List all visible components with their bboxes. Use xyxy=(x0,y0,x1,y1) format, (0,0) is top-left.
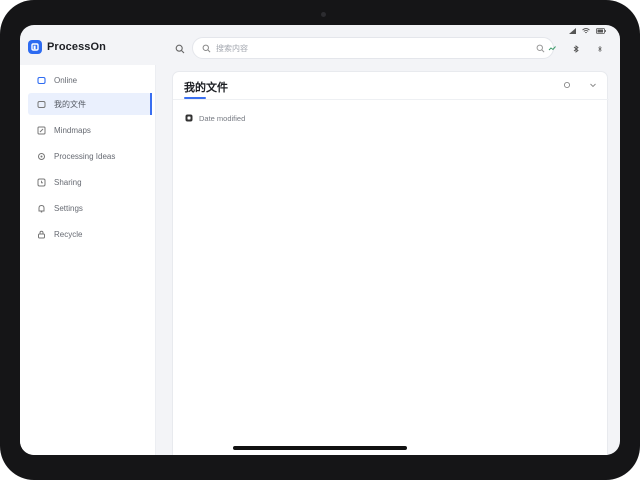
bell-icon xyxy=(37,204,46,213)
sidebar-item-sharing[interactable]: Sharing xyxy=(28,171,152,193)
title-underline xyxy=(184,97,206,99)
sidebar-item-label: Recycle xyxy=(54,229,83,239)
search-icon xyxy=(201,43,211,53)
sidebar-item-label: Mindmaps xyxy=(54,125,91,135)
front-camera xyxy=(321,12,326,17)
bluetooth-icon[interactable] xyxy=(572,45,580,53)
lock-icon xyxy=(37,230,46,239)
sidebar: Online 我的文件 Mindmaps Processing Ideas Sh… xyxy=(20,65,156,455)
sidebar-item-settings[interactable]: Settings xyxy=(28,197,152,219)
tablet-frame: ProcessOn 搜索内容 Online 我的文件 Mindmaps Proc… xyxy=(0,0,640,480)
sidebar-item-label: 我的文件 xyxy=(54,99,86,109)
sidebar-item-label: Online xyxy=(54,75,78,85)
folder-icon xyxy=(37,76,46,85)
chevron-down-icon[interactable] xyxy=(589,81,597,89)
top-bar: ProcessOn xyxy=(20,33,620,65)
home-indicator[interactable] xyxy=(233,446,407,450)
search-input[interactable] xyxy=(216,43,535,53)
settings-icon[interactable] xyxy=(563,81,571,89)
more-icon[interactable] xyxy=(596,45,604,53)
sidebar-item-label: Processing Ideas xyxy=(54,151,116,161)
panel-actions xyxy=(563,81,597,89)
sidebar-item-label: Settings xyxy=(54,203,83,213)
page-title: 我的文件 xyxy=(184,82,228,94)
app-screen: ProcessOn 搜索内容 Online 我的文件 Mindmaps Proc… xyxy=(20,25,620,455)
app-logo[interactable]: ProcessOn xyxy=(28,40,106,54)
sidebar-item-online[interactable]: Online xyxy=(28,69,152,91)
sidebar-item-processing-ideas[interactable]: Processing Ideas xyxy=(28,145,152,167)
sort-label: Date modified xyxy=(199,113,246,123)
sidebar-item-label: Sharing xyxy=(54,177,82,187)
sort-icon xyxy=(185,109,193,127)
file-icon xyxy=(37,100,46,109)
search-icon[interactable] xyxy=(174,43,186,55)
sidebar-item-my-files[interactable]: 我的文件 xyxy=(28,93,152,115)
app-name: ProcessOn xyxy=(47,41,106,53)
edit-icon xyxy=(37,126,46,135)
sidebar-item-recycle[interactable]: Recycle xyxy=(28,223,152,245)
top-actions xyxy=(548,45,604,53)
clock-icon xyxy=(37,178,46,187)
panel-header: 我的文件 xyxy=(173,72,609,100)
processon-logo-icon xyxy=(28,40,42,54)
gear-icon xyxy=(37,152,46,161)
share-icon[interactable] xyxy=(548,45,556,53)
main-panel: 我的文件 Date modified xyxy=(172,71,609,455)
sort-row[interactable]: Date modified xyxy=(185,109,245,127)
search-submit-icon[interactable] xyxy=(535,43,545,53)
sidebar-item-mindmaps[interactable]: Mindmaps xyxy=(28,119,152,141)
search-bar[interactable] xyxy=(192,37,554,59)
